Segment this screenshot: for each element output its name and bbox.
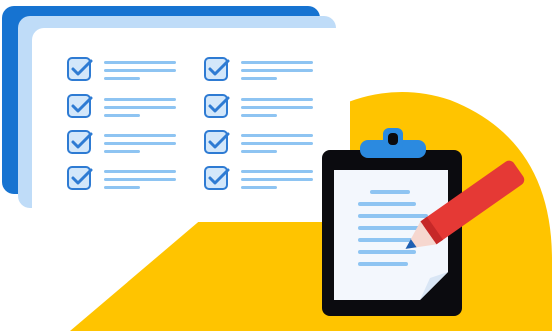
paper-text-line bbox=[358, 214, 428, 218]
text-line-short bbox=[241, 114, 277, 117]
checked-checkbox-icon bbox=[204, 166, 228, 190]
text-line bbox=[104, 134, 176, 137]
text-line bbox=[241, 106, 313, 109]
text-line bbox=[241, 170, 313, 173]
text-line bbox=[104, 69, 176, 72]
text-line bbox=[104, 178, 176, 181]
illustration bbox=[0, 0, 552, 331]
text-line bbox=[104, 61, 176, 64]
text-line-short bbox=[241, 186, 277, 189]
text-line bbox=[104, 98, 176, 101]
text-line-short bbox=[104, 114, 140, 117]
paper-heading-line bbox=[370, 190, 410, 194]
text-line bbox=[241, 134, 313, 137]
text-line bbox=[104, 142, 176, 145]
text-line bbox=[241, 142, 313, 145]
text-line-short bbox=[104, 150, 140, 153]
text-line bbox=[241, 98, 313, 101]
text-line-short bbox=[241, 77, 277, 80]
text-line bbox=[104, 106, 176, 109]
text-line-short bbox=[104, 186, 140, 189]
text-line-short bbox=[104, 77, 140, 80]
paper-text-line bbox=[358, 262, 408, 266]
paper-text-line bbox=[358, 250, 416, 254]
checked-checkbox-icon bbox=[204, 130, 228, 154]
text-line bbox=[241, 61, 313, 64]
checked-checkbox-icon bbox=[67, 57, 91, 81]
text-line-short bbox=[241, 150, 277, 153]
checked-checkbox-icon bbox=[67, 166, 91, 190]
text-line bbox=[241, 69, 313, 72]
checklist-illustration bbox=[2, 6, 552, 331]
text-line bbox=[104, 170, 176, 173]
clipboard-clip-inner bbox=[388, 133, 398, 145]
checked-checkbox-icon bbox=[67, 130, 91, 154]
paper-text-line bbox=[358, 202, 416, 206]
checked-checkbox-icon bbox=[67, 94, 91, 118]
checked-checkbox-icon bbox=[204, 94, 228, 118]
checked-checkbox-icon bbox=[204, 57, 228, 81]
text-line bbox=[241, 178, 313, 181]
checklist-card-stack bbox=[2, 6, 350, 222]
